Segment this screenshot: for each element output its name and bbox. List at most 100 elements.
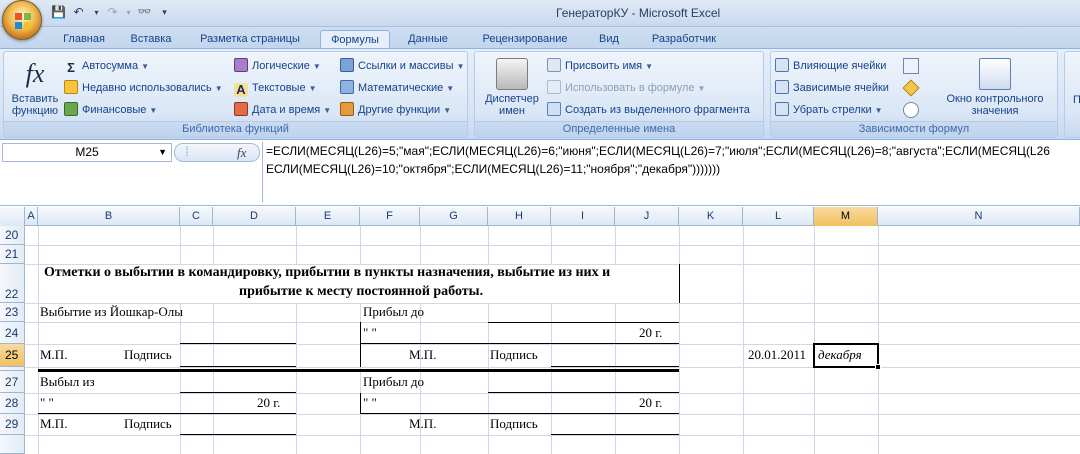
- undo-dropdown-icon[interactable]: ▾: [88, 4, 105, 21]
- define-name-label: Присвоить имя: [565, 60, 643, 72]
- tab-home[interactable]: Главная: [50, 30, 118, 49]
- tab-developer[interactable]: Разработчик: [638, 30, 730, 49]
- formula-input[interactable]: =ЕСЛИ(МЕСЯЦ(L26)=5;"мая";ЕСЛИ(МЕСЯЦ(L26)…: [262, 142, 1080, 202]
- office-button[interactable]: [2, 0, 42, 40]
- worksheet-grid[interactable]: A B C D E F G H I J K L M N 20 21 22 23 …: [0, 207, 1080, 454]
- name-manager-button[interactable]: Диспетчер имен: [479, 58, 545, 117]
- cell-b27[interactable]: Выбыл из: [40, 374, 95, 390]
- cell-b29-sign[interactable]: Подпись: [124, 416, 172, 432]
- create-from-selection-button[interactable]: Создать из выделенного фрагмента: [547, 100, 750, 120]
- lookup-button[interactable]: Ссылки и массивы ▼: [340, 56, 464, 76]
- define-name-button[interactable]: Присвоить имя ▼: [547, 56, 653, 76]
- border-line: [180, 366, 296, 367]
- use-in-formula-button[interactable]: Использовать в формуле ▼: [547, 78, 705, 98]
- trace-precedents-button[interactable]: Влияющие ячейки: [775, 56, 886, 76]
- cell-h25-sign[interactable]: Подпись: [490, 347, 538, 363]
- recent-button[interactable]: Недавно использовались ▼: [64, 78, 223, 98]
- row-header-27[interactable]: 27: [0, 371, 25, 393]
- cell-j28[interactable]: 20 г.: [639, 395, 662, 411]
- column-header-n[interactable]: N: [878, 207, 1080, 226]
- cell-f27[interactable]: Прибыл до: [363, 374, 424, 390]
- cell-f25-mp[interactable]: М.П.: [409, 347, 436, 363]
- undo-icon[interactable]: ↶: [70, 4, 87, 21]
- cell-d28[interactable]: 20 г.: [257, 395, 280, 411]
- column-header-a[interactable]: A: [25, 207, 38, 226]
- logical-button[interactable]: Логические ▼: [234, 56, 321, 76]
- text-button[interactable]: A Текстовые ▼: [234, 78, 316, 98]
- redo-dropdown-icon[interactable]: ▾: [120, 4, 137, 21]
- row-header-30[interactable]: [0, 435, 25, 454]
- cell-b28[interactable]: " ": [40, 395, 54, 411]
- tab-formulas[interactable]: Формулы: [320, 30, 390, 49]
- gridline: [25, 435, 1080, 436]
- autosum-button[interactable]: Σ Автосумма ▼: [64, 56, 149, 76]
- datetime-button[interactable]: Дата и время ▼: [234, 100, 331, 120]
- row-header-25[interactable]: 25: [0, 344, 25, 367]
- qat-customize-icon[interactable]: ▾: [156, 4, 173, 21]
- cell-j24[interactable]: 20 г.: [639, 325, 662, 341]
- cell-b25-mp[interactable]: М.П.: [40, 347, 67, 363]
- column-header-i[interactable]: I: [551, 207, 615, 226]
- evaluate-formula-icon[interactable]: [903, 102, 919, 118]
- column-header-h[interactable]: H: [488, 207, 551, 226]
- cell-b23[interactable]: Выбытие из Йошкар-Олы: [40, 304, 183, 320]
- column-header-m[interactable]: M: [814, 207, 878, 226]
- name-box[interactable]: M25 ▼: [2, 143, 172, 162]
- cell-f24[interactable]: " ": [363, 325, 377, 341]
- cell-b29-mp[interactable]: М.П.: [40, 416, 67, 432]
- trace-dependents-button[interactable]: Зависимые ячейки: [775, 78, 889, 98]
- cell-h29-sign[interactable]: Подпись: [490, 416, 538, 432]
- tab-review[interactable]: Рецензирование: [470, 30, 580, 49]
- row-header-20[interactable]: 20: [0, 226, 25, 245]
- trace-precedents-icon: [775, 58, 789, 72]
- save-icon[interactable]: 💾: [50, 4, 67, 21]
- other-functions-button[interactable]: Другие функции ▼: [340, 100, 451, 120]
- tab-insert[interactable]: Вставка: [120, 30, 182, 49]
- cell-f29-mp[interactable]: М.П.: [409, 416, 436, 432]
- redo-icon[interactable]: ↷: [104, 4, 121, 21]
- use-in-formula-icon: [547, 80, 561, 94]
- row-header-24[interactable]: 24: [0, 322, 25, 344]
- math-button[interactable]: Математические ▼: [340, 78, 454, 98]
- fill-handle[interactable]: [875, 364, 881, 370]
- column-header-e[interactable]: E: [296, 207, 360, 226]
- remove-arrows-button[interactable]: Убрать стрелки ▼: [775, 100, 883, 120]
- select-all-corner[interactable]: [0, 207, 25, 226]
- column-header-g[interactable]: G: [420, 207, 488, 226]
- insert-function-button[interactable]: fx Вставить функцию: [6, 58, 64, 117]
- border-line: [551, 366, 679, 367]
- active-cell-m25[interactable]: декабря: [813, 343, 881, 370]
- row-header-29[interactable]: 29: [0, 414, 25, 435]
- row-header-23[interactable]: 23: [0, 303, 25, 322]
- cell-f28[interactable]: " ": [363, 395, 377, 411]
- cell-b25-sign[interactable]: Подпись: [124, 347, 172, 363]
- column-header-f[interactable]: F: [360, 207, 420, 226]
- row-header-28[interactable]: 28: [0, 393, 25, 414]
- row-header-21[interactable]: 21: [0, 245, 25, 264]
- ribbon: fx Вставить функцию Σ Автосумма ▼ Недавно …: [0, 48, 1080, 140]
- tab-view[interactable]: Вид: [587, 30, 631, 49]
- math-label: Математические: [358, 82, 444, 94]
- column-header-l[interactable]: L: [743, 207, 814, 226]
- financial-button[interactable]: Финансовые ▼: [64, 100, 157, 120]
- error-checking-icon[interactable]: [902, 79, 920, 97]
- column-header-b[interactable]: B: [38, 207, 180, 226]
- fx-button-icon[interactable]: fx: [237, 145, 246, 161]
- recent-label: Недавно использовались: [82, 82, 212, 94]
- column-header-j[interactable]: J: [615, 207, 679, 226]
- tab-data[interactable]: Данные: [396, 30, 460, 49]
- formula-line-2: ЕСЛИ(МЕСЯЦ(L26)=10;"октября";ЕСЛИ(МЕСЯЦ(…: [266, 162, 721, 176]
- watch-window-button[interactable]: Окно контрольного значения: [937, 58, 1053, 117]
- column-header-c[interactable]: C: [180, 207, 213, 226]
- column-header-k[interactable]: K: [679, 207, 743, 226]
- cell-l25[interactable]: 20.01.2011: [748, 347, 806, 363]
- binoculars-icon[interactable]: 👓: [136, 4, 153, 21]
- row-header-22[interactable]: 22: [0, 264, 25, 303]
- border-line: [360, 322, 361, 367]
- show-formulas-icon[interactable]: [903, 58, 919, 74]
- column-header-d[interactable]: D: [213, 207, 296, 226]
- name-box-dropdown-icon[interactable]: ▼: [158, 144, 167, 161]
- border-line: [38, 413, 296, 414]
- cell-f23[interactable]: Прибыл до: [363, 304, 424, 320]
- tab-page-layout[interactable]: Разметка страницы: [188, 30, 312, 49]
